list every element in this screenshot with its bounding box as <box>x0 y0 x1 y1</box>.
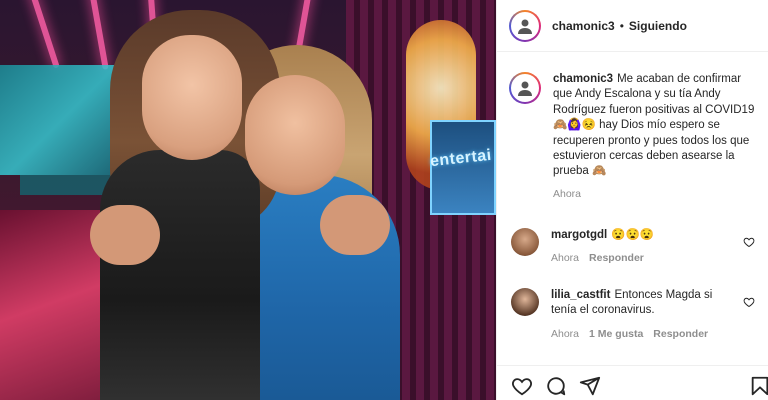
bookmark-icon[interactable] <box>749 375 768 397</box>
comment-time[interactable]: Ahora <box>551 328 579 340</box>
comment-text-block: margotgdl 😧😧😧 <box>551 228 741 243</box>
caption-username[interactable]: chamonic3 <box>553 73 613 85</box>
comment-item: margotgdl 😧😧😧 Ahora Responder <box>509 228 765 264</box>
comment-item: lilia_castfit Entonces Magda si tenía el … <box>509 288 765 340</box>
person-face <box>142 35 242 160</box>
commenter-avatar[interactable] <box>511 288 539 316</box>
neon-light <box>26 0 60 69</box>
comment-icon[interactable] <box>545 375 567 397</box>
commenter-avatar[interactable] <box>511 228 539 256</box>
caption-body: chamonic3 Me acaban de confirmar que Andy… <box>553 72 761 200</box>
person-face <box>245 75 345 195</box>
caption-text: Me acaban de confirmar que Andy Escalona… <box>553 73 755 178</box>
comment-text: 😧😧😧 <box>611 229 655 241</box>
comment-reply-button[interactable]: Responder <box>653 328 708 340</box>
share-icon[interactable] <box>579 375 601 397</box>
comment-meta: Ahora Responder <box>551 252 741 264</box>
comment-text-block: lilia_castfit Entonces Magda si tenía el … <box>551 288 741 319</box>
post-side-panel: chamonic3 • Siguiendo chamonic3 Me acaban… <box>496 0 768 400</box>
header-username[interactable]: chamonic3 <box>552 19 615 33</box>
person-arm <box>320 195 390 255</box>
follow-status-button[interactable]: Siguiendo <box>629 19 687 33</box>
comment-likes-count[interactable]: 1 Me gusta <box>589 328 643 340</box>
person-arm <box>90 205 160 265</box>
avatar-icon <box>511 74 539 102</box>
avatar[interactable] <box>509 9 541 42</box>
neon-light <box>87 0 109 70</box>
caption: chamonic3 Me acaban de confirmar que Andy… <box>509 72 761 200</box>
action-bar <box>497 365 768 400</box>
post-header: chamonic3 • Siguiendo <box>497 0 768 52</box>
comment-meta: Ahora 1 Me gusta Responder <box>551 328 741 340</box>
caption-text-block: chamonic3 Me acaban de confirmar que Andy… <box>553 72 761 180</box>
avatar-icon <box>511 11 539 40</box>
heart-icon[interactable] <box>511 375 533 397</box>
person-black-jacket <box>100 150 260 400</box>
comment-time[interactable]: Ahora <box>551 252 579 264</box>
comment-body: lilia_castfit Entonces Magda si tenía el … <box>551 288 741 340</box>
comment-reply-button[interactable]: Responder <box>589 252 644 264</box>
comment-heart-icon[interactable] <box>743 236 755 248</box>
comment-body: margotgdl 😧😧😧 Ahora Responder <box>551 228 741 264</box>
comment-username[interactable]: lilia_castfit <box>551 289 610 301</box>
comment-username[interactable]: margotgdl <box>551 229 607 241</box>
avatar[interactable] <box>509 72 541 104</box>
comment-heart-icon[interactable] <box>743 296 755 308</box>
caption-time[interactable]: Ahora <box>553 188 761 200</box>
header-separator: • <box>619 18 624 33</box>
post-photo[interactable]: entertai <box>0 0 496 400</box>
